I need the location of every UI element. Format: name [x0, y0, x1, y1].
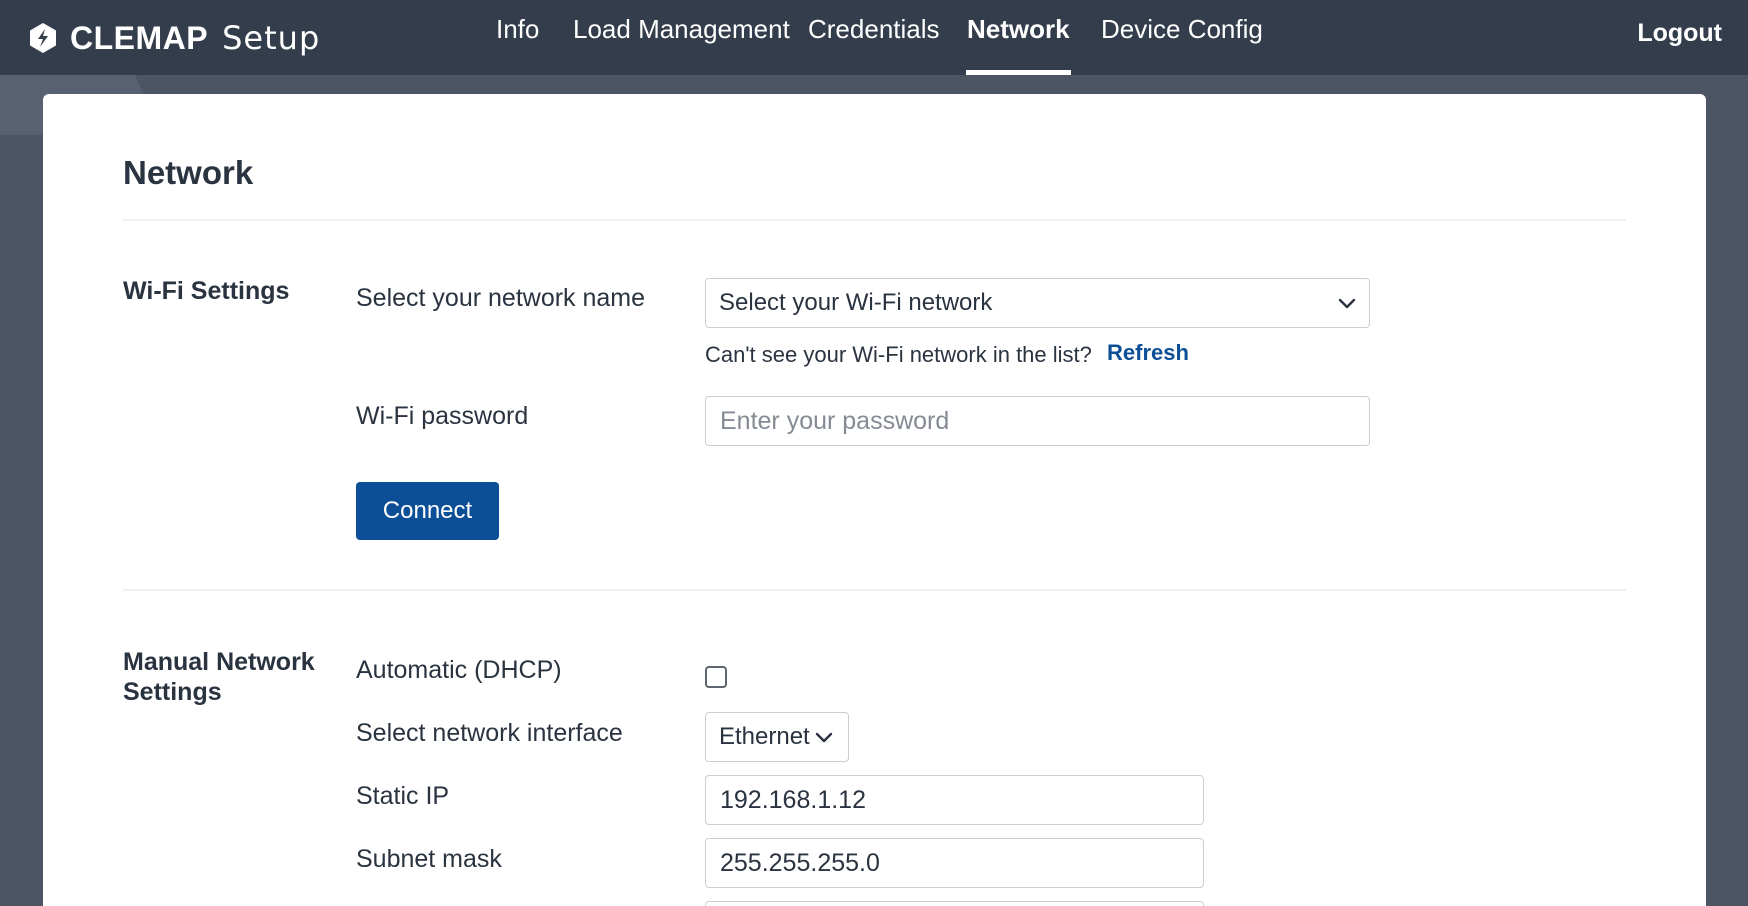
static-ip-label: Static IP [356, 782, 450, 810]
wifi-section-title: Wi-Fi Settings [123, 277, 290, 305]
lightning-hexagon-icon [30, 23, 56, 53]
chevron-down-icon [1338, 298, 1356, 309]
wifi-network-select[interactable]: Select your Wi-Fi network [705, 278, 1370, 328]
brand-suffix: Setup [222, 19, 321, 57]
network-name-label: Select your network name [356, 284, 646, 312]
subnet-mask-input[interactable] [705, 838, 1204, 888]
nav-credentials[interactable]: Credentials [808, 14, 940, 75]
subnet-mask-label: Subnet mask [356, 845, 502, 873]
next-field-input[interactable] [705, 901, 1204, 906]
wifi-password-label: Wi-Fi password [356, 402, 529, 430]
divider [123, 589, 1626, 591]
wifi-password-input[interactable] [705, 396, 1370, 446]
divider [123, 219, 1626, 221]
manual-network-title-line2: Settings [123, 678, 222, 706]
manual-network-section-title: Manual Network Settings [123, 647, 315, 707]
manual-network-title-line1: Manual Network [123, 648, 315, 676]
network-interface-value: Ethernet [719, 723, 810, 750]
top-navigation-bar: CLEMAP Setup Info Load Management Creden… [0, 0, 1748, 75]
nav-info[interactable]: Info [496, 14, 539, 75]
brand-name: CLEMAP [70, 19, 209, 56]
logout-link[interactable]: Logout [1637, 19, 1722, 48]
brand-logo[interactable]: CLEMAP Setup [26, 19, 321, 57]
static-ip-input[interactable] [705, 775, 1204, 825]
network-interface-select[interactable]: Ethernet [705, 712, 849, 762]
page-title: Network [123, 154, 254, 191]
dhcp-checkbox[interactable] [705, 666, 727, 688]
nav-load-management[interactable]: Load Management [573, 14, 790, 75]
dhcp-label: Automatic (DHCP) [356, 656, 562, 684]
wifi-hint-text: Can't see your Wi-Fi network in the list… [705, 342, 1092, 367]
nav-device-config[interactable]: Device Config [1101, 14, 1263, 75]
connect-button[interactable]: Connect [356, 482, 499, 540]
network-interface-label: Select network interface [356, 719, 623, 747]
wifi-network-select-value: Select your Wi-Fi network [719, 289, 993, 316]
nav-network[interactable]: Network [966, 14, 1071, 75]
network-settings-card: Network Wi-Fi Settings Select your netwo… [43, 94, 1706, 906]
chevron-down-icon [815, 732, 833, 743]
refresh-link[interactable]: Refresh [1107, 340, 1189, 366]
